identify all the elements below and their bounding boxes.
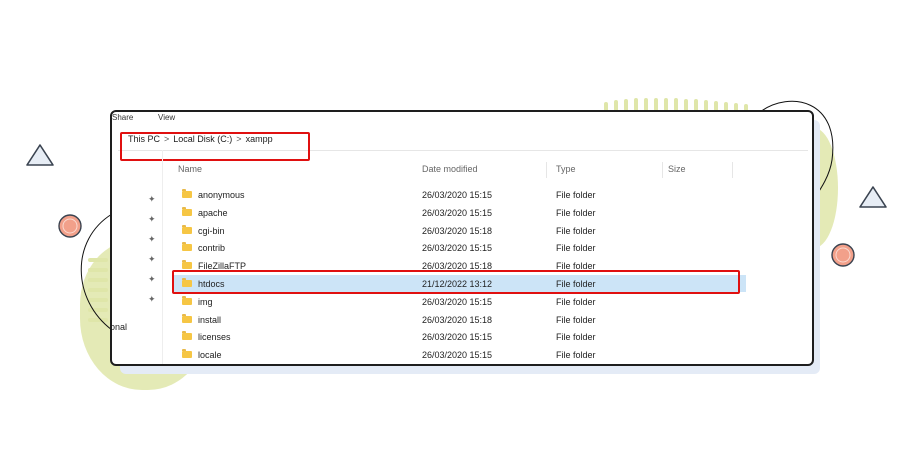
file-row[interactable]: locale 26/03/2020 15:15 File folder	[174, 346, 746, 363]
file-type: File folder	[556, 350, 596, 361]
folder-icon	[182, 331, 192, 341]
folder-icon	[182, 242, 192, 252]
file-name: cgi-bin	[198, 225, 225, 236]
file-row[interactable]: apache 26/03/2020 15:15 File folder	[174, 204, 746, 221]
file-type: File folder	[556, 225, 596, 236]
file-date-modified: 26/03/2020 15:18	[422, 225, 493, 236]
column-header-name[interactable]: Name	[178, 164, 202, 174]
navigation-pane: ✦ ✦ ✦ ✦ ✦ ✦ onal	[112, 150, 163, 364]
pin-icon: ✦	[148, 234, 156, 244]
file-row[interactable]: licenses 26/03/2020 15:15 File folder	[174, 328, 746, 345]
ribbon-tab-share[interactable]: Share	[112, 113, 133, 122]
folder-icon	[182, 206, 192, 216]
folder-icon	[182, 295, 192, 305]
htdocs-highlight	[172, 270, 740, 294]
file-date-modified: 26/03/2020 15:15	[422, 243, 493, 254]
file-type: File folder	[556, 243, 596, 254]
pin-icon: ✦	[148, 274, 156, 284]
folder-icon	[182, 349, 192, 359]
file-date-modified: 26/03/2020 15:15	[422, 190, 493, 200]
file-row[interactable]: anonymous 26/03/2020 15:15 File folder	[174, 186, 746, 203]
ribbon: Share View	[112, 112, 812, 126]
triangle-icon	[859, 186, 887, 208]
pin-icon: ✦	[148, 194, 156, 204]
pin-icon: ✦	[148, 294, 156, 304]
column-header-size[interactable]: Size	[668, 164, 686, 174]
file-date-modified: 26/03/2020 15:15	[422, 207, 493, 218]
file-name: img	[198, 296, 213, 307]
circle-icon	[58, 214, 82, 238]
folder-icon	[182, 224, 192, 234]
pin-icon: ✦	[148, 214, 156, 224]
column-header-type[interactable]: Type	[556, 164, 576, 174]
circle-icon	[831, 243, 855, 267]
file-type: File folder	[556, 190, 596, 200]
folder-icon	[182, 189, 192, 198]
file-row[interactable]: cgi-bin 26/03/2020 15:18 File folder	[174, 222, 746, 239]
triangle-icon	[26, 144, 54, 166]
file-type: File folder	[556, 332, 596, 343]
column-divider	[546, 162, 547, 178]
file-type: File folder	[556, 296, 596, 307]
file-name: anonymous	[198, 190, 245, 200]
file-type: File folder	[556, 314, 596, 325]
file-name: contrib	[198, 243, 226, 254]
file-date-modified: 26/03/2020 15:18	[422, 314, 493, 325]
file-name: locale	[198, 350, 222, 361]
file-row[interactable]: install 26/03/2020 15:18 File folder	[174, 311, 746, 328]
column-divider	[732, 162, 733, 178]
pin-icon: ✦	[148, 254, 156, 264]
file-name: install	[198, 314, 222, 325]
column-header-date[interactable]: Date modified	[422, 164, 478, 174]
file-type: File folder	[556, 207, 596, 218]
file-explorer-window: Share View This PC > Local Disk (C:) > xampp…	[110, 110, 814, 366]
file-row[interactable]: img 26/03/2020 15:15 File folder	[174, 293, 746, 310]
column-divider	[662, 162, 663, 178]
ribbon-tab-view[interactable]: View	[158, 113, 175, 122]
file-date-modified: 26/03/2020 15:15	[422, 350, 493, 361]
nav-item-label[interactable]: onal	[112, 322, 127, 332]
file-row[interactable]: contrib 26/03/2020 15:15 File folder	[174, 239, 746, 256]
folder-icon	[182, 260, 192, 270]
file-name: apache	[198, 207, 228, 218]
folder-icon	[182, 313, 192, 323]
file-date-modified: 26/03/2020 15:15	[422, 296, 493, 307]
file-date-modified: 26/03/2020 15:15	[422, 332, 493, 343]
file-name: licenses	[198, 332, 231, 343]
